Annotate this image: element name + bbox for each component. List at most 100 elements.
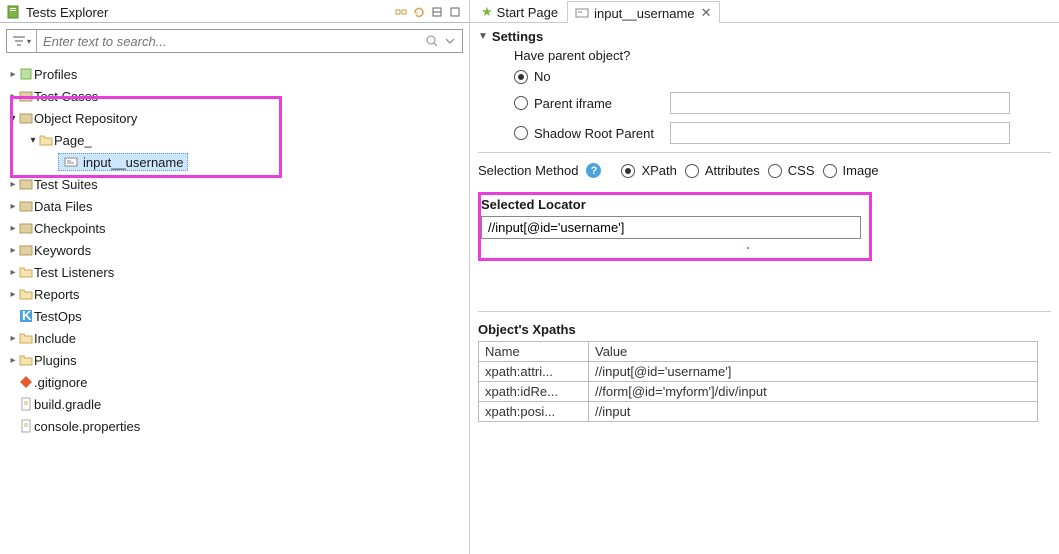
- highlight-object-repository: [10, 96, 282, 178]
- search-row: ▾: [6, 29, 463, 53]
- minimize-icon[interactable]: [429, 4, 445, 20]
- locator-input[interactable]: [481, 216, 861, 239]
- radio-label: Parent iframe: [534, 96, 664, 111]
- close-icon[interactable]: ✕: [701, 5, 712, 21]
- radio-icon: [514, 70, 528, 84]
- tab-start-page[interactable]: ★ Start Page: [474, 0, 567, 22]
- chevron-right-icon[interactable]: ▸: [8, 355, 18, 366]
- radio-css[interactable]: CSS: [768, 163, 815, 178]
- search-icon[interactable]: [424, 33, 440, 49]
- radio-label: XPath: [641, 163, 676, 178]
- tab-input-username[interactable]: input__username ✕: [567, 1, 720, 23]
- tree-label: console.properties: [34, 419, 140, 434]
- chevron-right-icon[interactable]: ▸: [8, 245, 18, 256]
- datafiles-icon: [18, 198, 34, 214]
- listeners-icon: [18, 264, 34, 280]
- radio-label: Image: [843, 163, 879, 178]
- radio-iframe[interactable]: Parent iframe: [514, 92, 1051, 114]
- cell-name: xpath:attri...: [479, 362, 589, 382]
- radio-shadow[interactable]: Shadow Root Parent: [514, 122, 1051, 144]
- tree-row[interactable]: ▸ Test Listeners: [2, 261, 467, 283]
- table-header-row: Name Value: [479, 342, 1038, 362]
- selection-method-row: Selection Method ? XPath Attributes CSS …: [478, 163, 1051, 178]
- table-row[interactable]: xpath:posi... //input: [479, 402, 1038, 422]
- svg-text:K: K: [22, 309, 32, 323]
- selection-method-label: Selection Method: [478, 163, 578, 178]
- filter-icon[interactable]: ▾: [7, 30, 37, 52]
- radio-label: Attributes: [705, 163, 760, 178]
- suites-icon: [18, 176, 34, 192]
- link-icon[interactable]: [393, 4, 409, 20]
- chevron-right-icon[interactable]: ▸: [8, 179, 18, 190]
- col-value: Value: [589, 342, 1038, 362]
- tree-label: build.gradle: [34, 397, 101, 412]
- tree-label: Test Suites: [34, 177, 98, 192]
- tree-row[interactable]: ▸ Data Files: [2, 195, 467, 217]
- explorer-icon: [6, 4, 22, 20]
- highlight-selected-locator: Selected Locator .: [478, 192, 872, 261]
- radio-icon: [514, 96, 528, 110]
- table-row[interactable]: xpath:attri... //input[@id='username']: [479, 362, 1038, 382]
- explorer-tree: ▸ Profiles ▸ Test Cases ▾ Object Reposit…: [0, 59, 469, 554]
- shadow-root-input[interactable]: [670, 122, 1010, 144]
- radio-icon: [514, 126, 528, 140]
- tree-row[interactable]: ▸ Profiles: [2, 63, 467, 85]
- radio-label: No: [534, 69, 551, 84]
- chevron-down-icon[interactable]: [442, 33, 458, 49]
- radio-label: CSS: [788, 163, 815, 178]
- reports-icon: [18, 286, 34, 302]
- radio-image[interactable]: Image: [823, 163, 879, 178]
- radio-attributes[interactable]: Attributes: [685, 163, 760, 178]
- star-icon: ★: [481, 4, 493, 20]
- tree-label: Keywords: [34, 243, 91, 258]
- refresh-icon[interactable]: [411, 4, 427, 20]
- search-input[interactable]: [37, 31, 420, 52]
- radio-icon: [685, 164, 699, 178]
- tests-explorer-panel: Tests Explorer ▾ ▸ Profiles ▸ T: [0, 0, 470, 554]
- file-icon: [18, 418, 34, 434]
- chevron-right-icon[interactable]: ▸: [8, 201, 18, 212]
- tree-label: Plugins: [34, 353, 77, 368]
- radio-xpath[interactable]: XPath: [621, 163, 676, 178]
- radio-no[interactable]: No: [514, 69, 1051, 84]
- tab-label: input__username: [594, 6, 694, 21]
- checkpoints-icon: [18, 220, 34, 236]
- cell-value: //input: [589, 402, 1038, 422]
- maximize-icon[interactable]: [447, 4, 463, 20]
- cursor-marker: .: [746, 237, 1059, 252]
- tree-row[interactable]: .gitignore: [2, 371, 467, 393]
- radio-icon: [621, 164, 635, 178]
- chevron-right-icon[interactable]: ▸: [8, 69, 18, 80]
- cell-value: //form[@id='myform']/div/input: [589, 382, 1038, 402]
- chevron-right-icon[interactable]: ▸: [8, 267, 18, 278]
- locator-header: Selected Locator: [481, 197, 861, 212]
- parent-iframe-input[interactable]: [670, 92, 1010, 114]
- divider: [478, 311, 1051, 312]
- tree-row[interactable]: ▸ Reports: [2, 283, 467, 305]
- tree-row[interactable]: ▸ Checkpoints: [2, 217, 467, 239]
- table-row[interactable]: xpath:idRe... //form[@id='myform']/div/i…: [479, 382, 1038, 402]
- chevron-right-icon[interactable]: ▸: [8, 289, 18, 300]
- tab-label: Start Page: [497, 5, 558, 20]
- tree-label: Include: [34, 331, 76, 346]
- tree-row[interactable]: ▸ Keywords: [2, 239, 467, 261]
- tree-label: Test Listeners: [34, 265, 114, 280]
- tree-row[interactable]: console.properties: [2, 415, 467, 437]
- testops-icon: K: [18, 308, 34, 324]
- object-icon: [574, 5, 590, 21]
- radio-icon: [768, 164, 782, 178]
- parent-object-label: Have parent object?: [514, 48, 1051, 63]
- tree-row[interactable]: ▸ Include: [2, 327, 467, 349]
- chevron-right-icon[interactable]: ▸: [8, 223, 18, 234]
- editor-panel: ★ Start Page input__username ✕ ▼ Setting…: [470, 0, 1059, 554]
- xpaths-table: Name Value xpath:attri... //input[@id='u…: [478, 341, 1038, 422]
- tree-row[interactable]: K TestOps: [2, 305, 467, 327]
- include-icon: [18, 330, 34, 346]
- tree-label: Checkpoints: [34, 221, 106, 236]
- explorer-title: Tests Explorer: [26, 5, 108, 20]
- chevron-right-icon[interactable]: ▸: [8, 333, 18, 344]
- help-icon[interactable]: ?: [586, 163, 601, 178]
- tree-row[interactable]: build.gradle: [2, 393, 467, 415]
- collapse-icon[interactable]: ▼: [478, 31, 488, 42]
- tree-row[interactable]: ▸ Plugins: [2, 349, 467, 371]
